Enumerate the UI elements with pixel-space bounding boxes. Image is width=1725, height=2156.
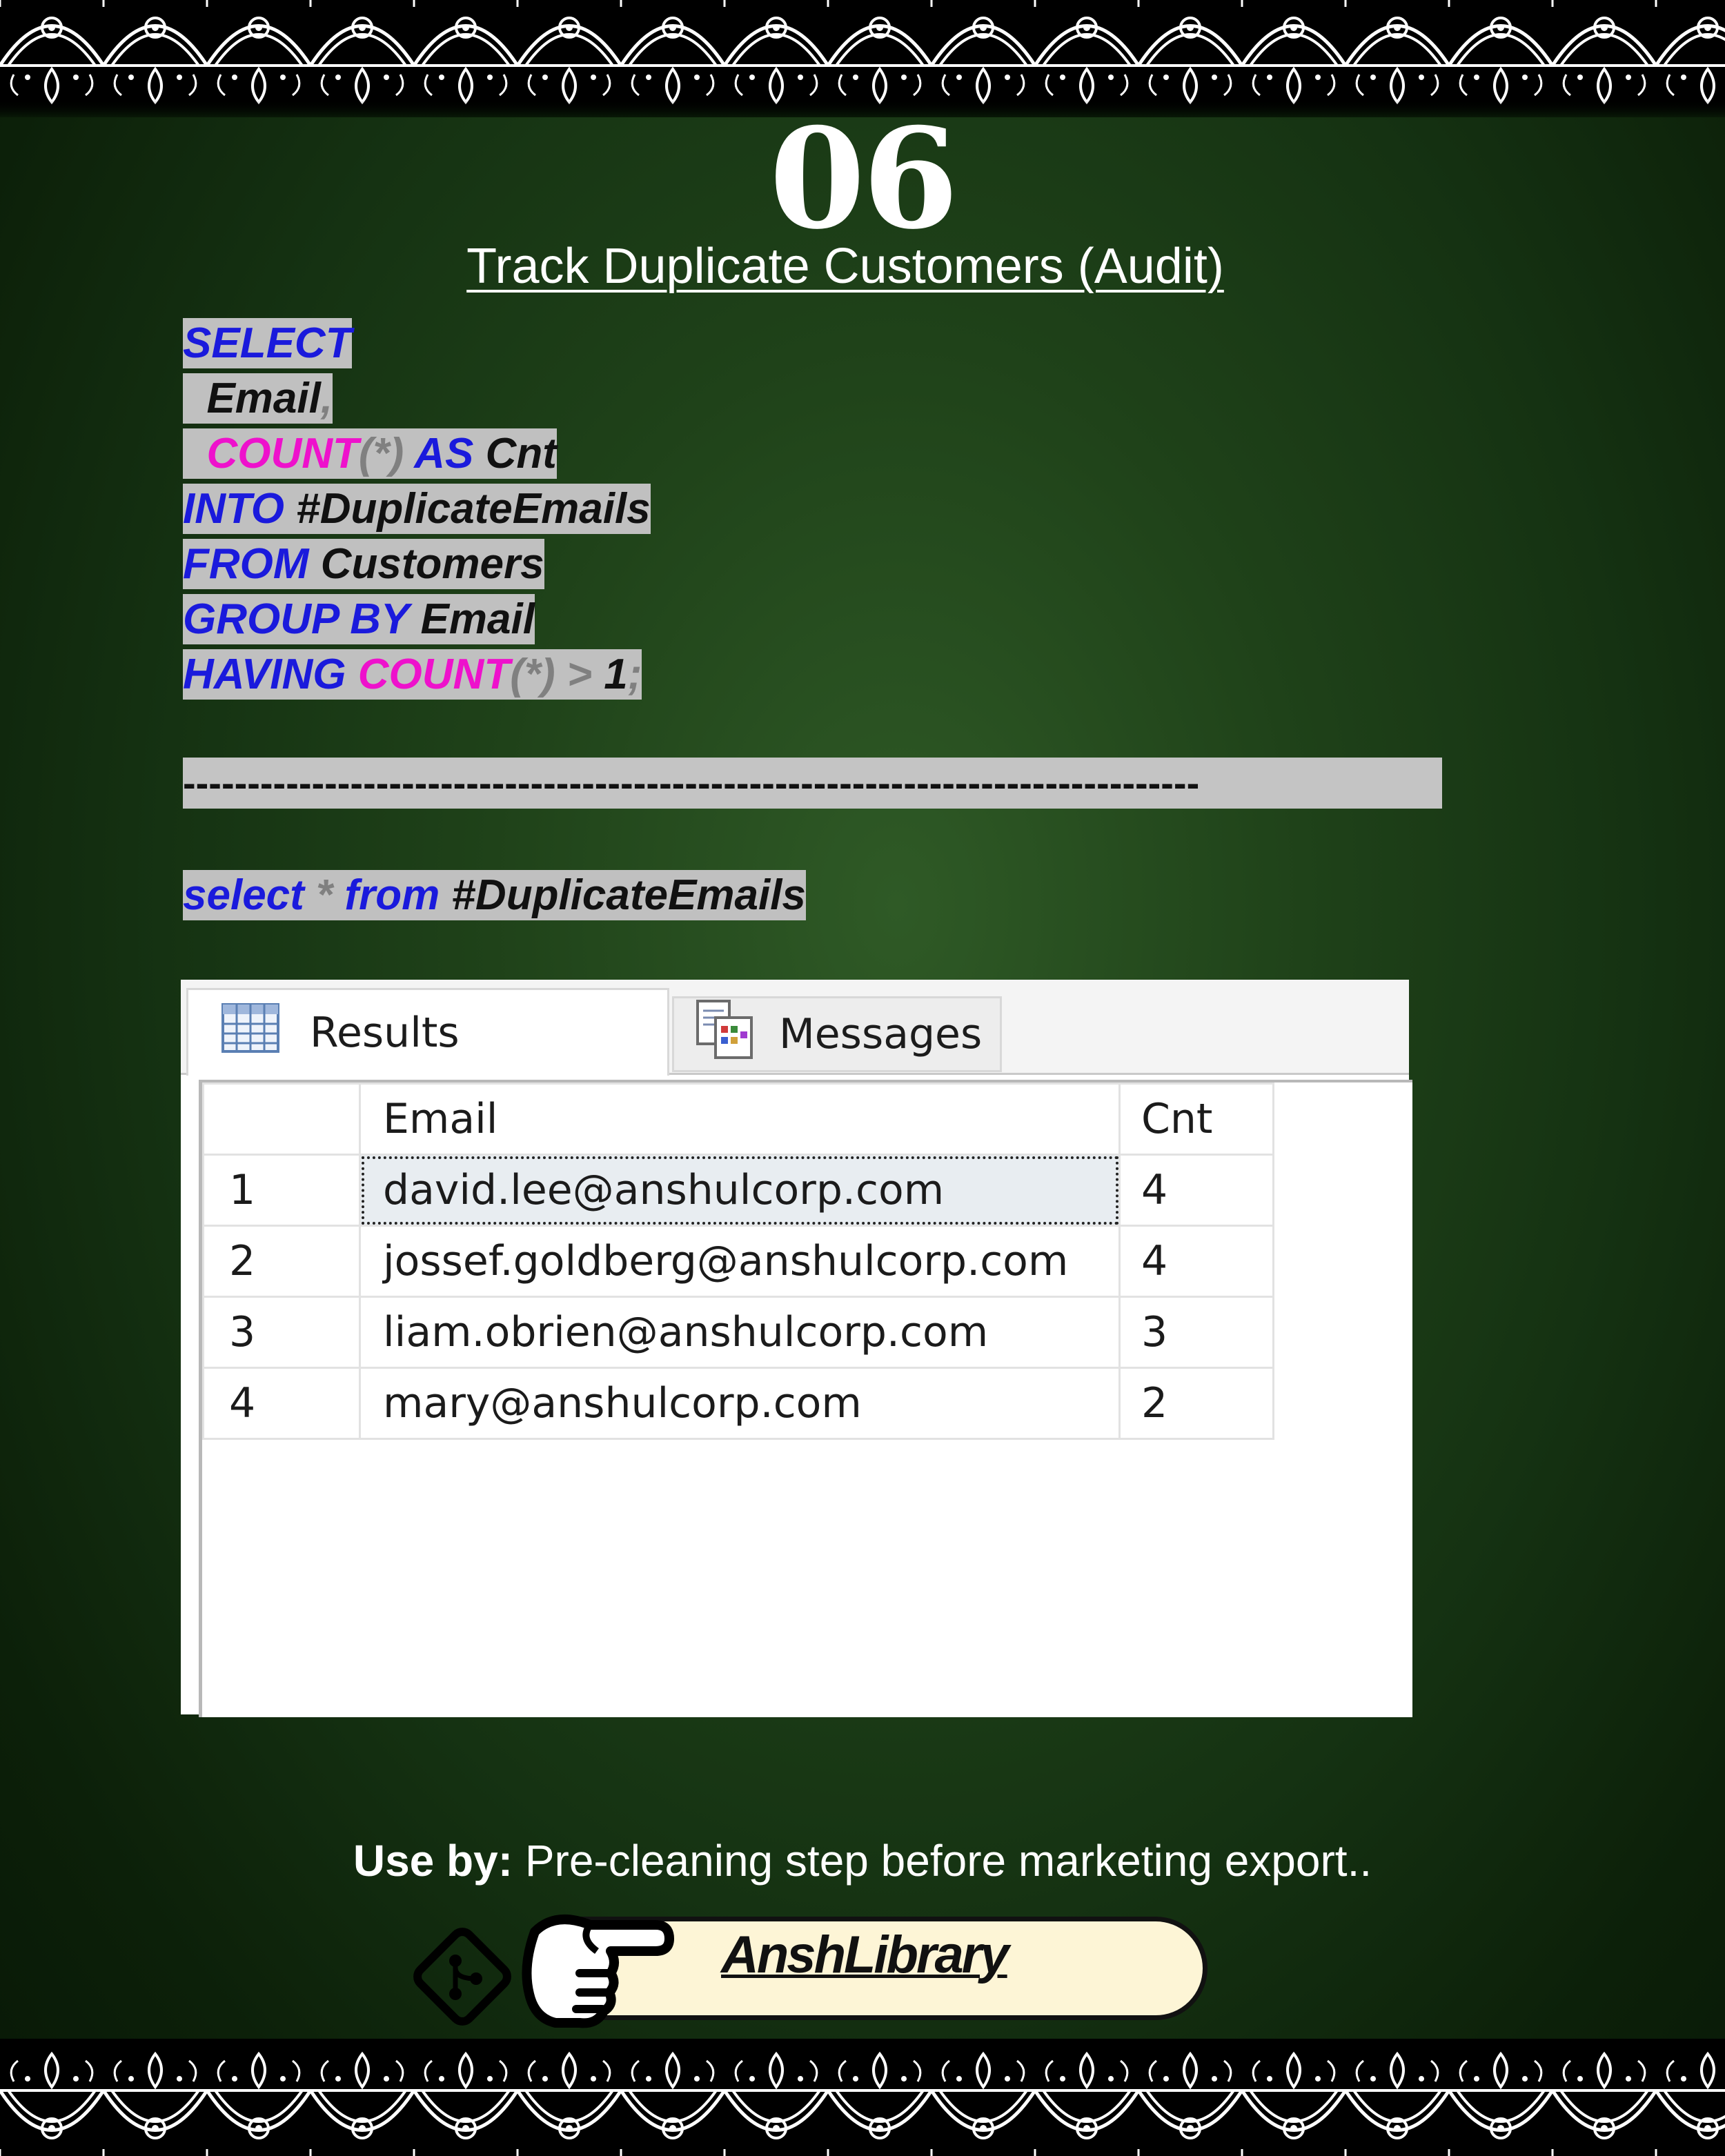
- semicolon: ;: [627, 651, 642, 698]
- keyword-group-by: GROUP BY: [183, 595, 409, 643]
- tab-messages-label: Messages: [779, 1010, 983, 1058]
- header-cnt[interactable]: Cnt: [1118, 1082, 1274, 1156]
- keyword-from: from: [344, 871, 440, 919]
- keyword-into: INTO: [183, 485, 284, 533]
- decorative-border-bottom: [0, 2039, 1725, 2156]
- use-by-note: Use by: Pre-cleaning step before marketi…: [0, 1835, 1725, 1886]
- use-by-text: Pre-cleaning step before marketing expor…: [513, 1836, 1372, 1886]
- git-icon[interactable]: [404, 1918, 521, 2035]
- alias-cnt: Cnt: [485, 430, 557, 477]
- page-title: Track Duplicate Customers (Audit): [466, 239, 1224, 294]
- messages-icon: [695, 998, 754, 1071]
- code-line-from: FROM Customers: [183, 537, 651, 592]
- row-number[interactable]: 2: [202, 1225, 361, 1298]
- function-count: COUNT: [206, 430, 359, 477]
- table-row[interactable]: 4 mary@anshulcorp.com 2: [202, 1367, 1274, 1440]
- table-customers: Customers: [320, 540, 544, 588]
- comma: ,: [320, 375, 333, 422]
- row-number[interactable]: 3: [202, 1296, 361, 1369]
- tab-results-label: Results: [310, 1009, 460, 1057]
- keyword-select: SELECT: [183, 319, 352, 367]
- code-line-into: INTO #DuplicateEmails: [183, 482, 651, 537]
- cnt-cell[interactable]: 4: [1118, 1154, 1274, 1227]
- cnt-cell[interactable]: 4: [1118, 1225, 1274, 1298]
- code-line-select: SELECT: [183, 316, 651, 371]
- function-count: COUNT: [357, 651, 511, 698]
- cnt-cell[interactable]: 3: [1118, 1296, 1274, 1369]
- results-tabs: Results Messages: [181, 980, 1409, 1076]
- temp-table: #DuplicateEmails: [451, 871, 806, 919]
- keyword-from: FROM: [183, 540, 309, 588]
- keyword-select: select: [183, 871, 304, 919]
- table-row[interactable]: 2 jossef.goldberg@anshulcorp.com 4: [202, 1225, 1274, 1298]
- keyword-as: AS: [414, 430, 474, 477]
- sql-code-block: SELECT Email, COUNT(*) AS Cnt INTO #Dupl…: [183, 316, 651, 702]
- results-panel: Results Messages Email Cnt 1 david.lee@a…: [181, 980, 1412, 1717]
- email-cell[interactable]: liam.obrien@anshulcorp.com: [359, 1296, 1121, 1369]
- row-number[interactable]: 1: [202, 1154, 361, 1227]
- table-header-row: Email Cnt: [202, 1082, 1274, 1156]
- code-line-having: HAVING COUNT(*) > 1;: [183, 647, 651, 702]
- code-line-select-temp: select * from #DuplicateEmails: [183, 868, 806, 923]
- brand-link[interactable]: AnshLibrary: [721, 1925, 1009, 1985]
- count-args: (*): [510, 651, 555, 698]
- table-row[interactable]: 3 liam.obrien@anshulcorp.com 3: [202, 1296, 1274, 1369]
- pointing-hand-icon: [522, 1915, 674, 2028]
- email-cell[interactable]: jossef.goldberg@anshulcorp.com: [359, 1225, 1121, 1298]
- code-line-count: COUNT(*) AS Cnt: [183, 426, 651, 482]
- column-email: Email: [183, 375, 321, 422]
- code-line-email: Email,: [183, 371, 651, 426]
- email-cell[interactable]: david.lee@anshulcorp.com: [359, 1154, 1121, 1227]
- temp-table: #DuplicateEmails: [296, 485, 651, 533]
- header-email[interactable]: Email: [359, 1082, 1121, 1156]
- table-row[interactable]: 1 david.lee@anshulcorp.com 4: [202, 1154, 1274, 1227]
- star: *: [316, 871, 333, 919]
- separator-line: ----------------------------------------…: [183, 758, 1442, 809]
- cnt-cell[interactable]: 2: [1118, 1367, 1274, 1440]
- count-args: (*): [358, 430, 404, 477]
- keyword-having: HAVING: [183, 651, 346, 698]
- code-line-group-by: GROUP BY Email: [183, 592, 651, 647]
- number-one: 1: [604, 651, 628, 698]
- results-table: Email Cnt 1 david.lee@anshulcorp.com 4 2…: [202, 1082, 1274, 1440]
- group-column: Email: [420, 595, 535, 643]
- operator-gt: >: [566, 651, 593, 698]
- page-number: 06: [769, 98, 958, 260]
- row-number[interactable]: 4: [202, 1367, 361, 1440]
- use-by-label: Use by:: [353, 1836, 513, 1886]
- tab-messages[interactable]: Messages: [672, 996, 1002, 1072]
- email-cell[interactable]: mary@anshulcorp.com: [359, 1367, 1121, 1440]
- tab-results[interactable]: Results: [186, 988, 669, 1076]
- grid-icon: [221, 1002, 279, 1063]
- header-row-number[interactable]: [202, 1082, 361, 1156]
- results-grid: Email Cnt 1 david.lee@anshulcorp.com 4 2…: [199, 1080, 1412, 1717]
